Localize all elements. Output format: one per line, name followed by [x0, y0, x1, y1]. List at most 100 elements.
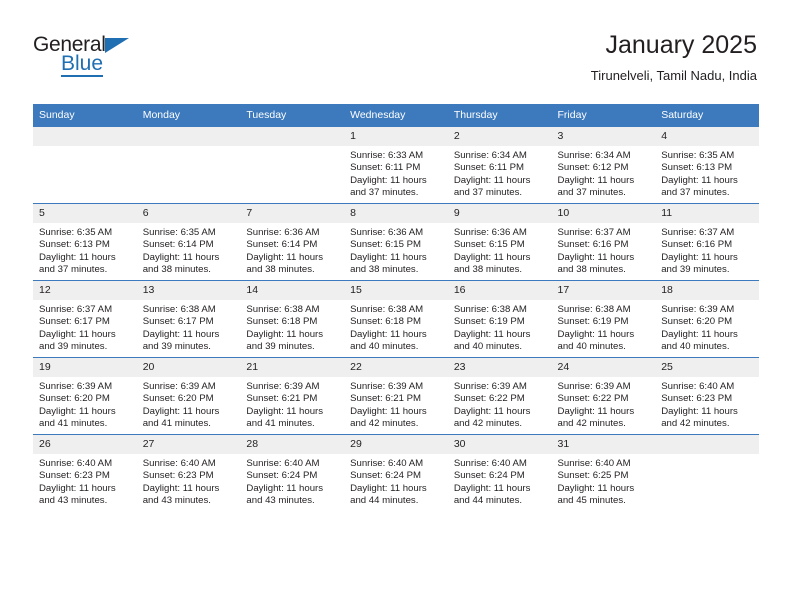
calendar-day-cell[interactable]: 1 Sunrise: 6:33 AM Sunset: 6:11 PM Daylight…: [344, 126, 448, 204]
day-detail-line: and 37 minutes.: [661, 187, 730, 199]
calendar-day-cell[interactable]: 12 Sunrise: 6:37 AM Sunset: 6:17 PM Dayligh…: [33, 280, 137, 358]
day-details: Sunrise: 6:40 AM Sunset: 6:23 PM Daylight:…: [33, 454, 137, 508]
day-number: 2: [447, 127, 552, 146]
day-detail-line: and 39 minutes.: [142, 341, 211, 353]
day-detail-line: Sunset: 6:16 PM: [557, 239, 629, 251]
weekday-header-thursday: Thursday: [447, 104, 552, 127]
calendar-day-cell[interactable]: 31 Sunrise: 6:40 AM Sunset: 6:25 PM Dayligh…: [551, 434, 656, 511]
day-detail-line: and 42 minutes.: [453, 418, 523, 430]
day-detail-line: Daylight: 11 hours: [246, 251, 324, 263]
calendar-day-cell[interactable]: 24 Sunrise: 6:39 AM Sunset: 6:22 PM Dayligh…: [551, 357, 656, 435]
day-number: [33, 127, 137, 146]
calendar-day-cell[interactable]: 4 Sunrise: 6:35 AM Sunset: 6:13 PM Daylight…: [655, 126, 759, 204]
day-number: 28: [240, 435, 345, 454]
calendar-day-cell[interactable]: 25 Sunrise: 6:40 AM Sunset: 6:23 PM Dayligh…: [655, 357, 759, 435]
day-details: Sunrise: 6:39 AM Sunset: 6:20 PM Daylight:…: [33, 377, 137, 431]
day-detail-line: Sunset: 6:17 PM: [39, 316, 110, 328]
day-details: Sunrise: 6:37 AM Sunset: 6:16 PM Daylight:…: [655, 223, 759, 277]
day-detail-line: Sunset: 6:20 PM: [142, 393, 214, 405]
calendar-day-cell[interactable]: 27 Sunrise: 6:40 AM Sunset: 6:23 PM Dayligh…: [136, 434, 241, 511]
calendar-day-cell[interactable]: 21 Sunrise: 6:39 AM Sunset: 6:21 PM Dayligh…: [240, 357, 345, 435]
calendar-day-cell[interactable]: 30 Sunrise: 6:40 AM Sunset: 6:24 PM Dayligh…: [447, 434, 552, 511]
day-details: Sunrise: 6:39 AM Sunset: 6:21 PM Daylight:…: [344, 377, 448, 431]
day-details: Sunrise: 6:38 AM Sunset: 6:19 PM Daylight:…: [448, 300, 552, 354]
day-details: Sunrise: 6:40 AM Sunset: 6:24 PM Daylight:…: [240, 454, 344, 508]
calendar-day-cell[interactable]: 11 Sunrise: 6:37 AM Sunset: 6:16 PM Dayligh…: [655, 203, 759, 281]
weekday-header-friday: Friday: [551, 104, 656, 127]
day-detail-line: and 42 minutes.: [661, 418, 730, 430]
calendar-day-cell[interactable]: 6 Sunrise: 6:35 AM Sunset: 6:14 PM Daylight…: [136, 203, 241, 281]
day-detail-line: Sunrise: 6:40 AM: [350, 458, 424, 469]
calendar-day-cell[interactable]: 26 Sunrise: 6:40 AM Sunset: 6:23 PM Dayligh…: [33, 434, 137, 511]
calendar-day-cell[interactable]: 17 Sunrise: 6:38 AM Sunset: 6:19 PM Dayligh…: [551, 280, 656, 358]
day-details: Sunrise: 6:34 AM Sunset: 6:12 PM Daylight:…: [552, 146, 656, 200]
day-number: 11: [655, 204, 759, 223]
day-number: 27: [136, 435, 241, 454]
calendar-day-cell[interactable]: 9 Sunrise: 6:36 AM Sunset: 6:15 PM Daylight…: [447, 203, 552, 281]
day-detail-line: Sunset: 6:18 PM: [246, 316, 318, 328]
day-detail-line: Sunrise: 6:40 AM: [557, 458, 631, 469]
day-detail-line: and 40 minutes.: [557, 341, 626, 353]
day-detail-line: Sunset: 6:11 PM: [453, 162, 525, 174]
day-detail-line: Sunset: 6:19 PM: [557, 316, 629, 328]
calendar-day-cell[interactable]: 8 Sunrise: 6:36 AM Sunset: 6:15 PM Daylight…: [344, 203, 448, 281]
day-number: 23: [447, 358, 552, 377]
day-detail-line: Daylight: 11 hours: [453, 482, 531, 494]
calendar-day-cell[interactable]: 5 Sunrise: 6:35 AM Sunset: 6:13 PM Daylight…: [33, 203, 137, 281]
day-detail-line: Daylight: 11 hours: [142, 405, 220, 417]
page-header: General Blue January 2025 Tirunelveli, T…: [33, 30, 757, 92]
day-number: 3: [551, 127, 656, 146]
day-detail-line: Daylight: 11 hours: [350, 482, 427, 494]
generalblue-logo[interactable]: General Blue: [33, 34, 183, 86]
day-detail-line: Daylight: 11 hours: [557, 174, 635, 186]
day-detail-line: Sunset: 6:23 PM: [142, 470, 214, 482]
triangle-icon: [104, 38, 129, 53]
calendar-day-cell[interactable]: 19 Sunrise: 6:39 AM Sunset: 6:20 PM Dayligh…: [33, 357, 137, 435]
calendar-day-cell[interactable]: 20 Sunrise: 6:39 AM Sunset: 6:20 PM Dayligh…: [136, 357, 241, 435]
day-detail-line: Sunrise: 6:34 AM: [557, 150, 631, 161]
calendar-day-cell[interactable]: 2 Sunrise: 6:34 AM Sunset: 6:11 PM Daylight…: [447, 126, 552, 204]
day-detail-line: and 42 minutes.: [350, 418, 419, 430]
day-detail-line: Sunset: 6:13 PM: [661, 162, 733, 174]
day-number: 15: [344, 281, 448, 300]
day-details: Sunrise: 6:33 AM Sunset: 6:11 PM Daylight:…: [344, 146, 448, 200]
calendar-day-cell[interactable]: 22 Sunrise: 6:39 AM Sunset: 6:21 PM Dayligh…: [344, 357, 448, 435]
day-detail-line: Daylight: 11 hours: [39, 328, 116, 340]
day-detail-line: and 37 minutes.: [557, 187, 626, 199]
calendar-day-cell[interactable]: 7 Sunrise: 6:36 AM Sunset: 6:14 PM Daylight…: [240, 203, 345, 281]
day-detail-line: and 37 minutes.: [350, 187, 419, 199]
day-detail-line: Sunrise: 6:40 AM: [142, 458, 216, 469]
logo-text-blue: Blue: [61, 52, 104, 77]
calendar-empty-cell: [655, 434, 759, 511]
day-detail-line: Daylight: 11 hours: [39, 482, 116, 494]
day-detail-line: Daylight: 11 hours: [39, 405, 116, 417]
day-detail-line: and 38 minutes.: [246, 264, 315, 276]
day-number: 13: [136, 281, 241, 300]
calendar-day-cell[interactable]: 15 Sunrise: 6:38 AM Sunset: 6:18 PM Dayligh…: [344, 280, 448, 358]
day-detail-line: Daylight: 11 hours: [39, 251, 116, 263]
day-number: [136, 127, 241, 146]
day-number: 31: [551, 435, 656, 454]
weekday-header-tuesday: Tuesday: [240, 104, 345, 127]
calendar-day-cell[interactable]: 29 Sunrise: 6:40 AM Sunset: 6:24 PM Dayligh…: [344, 434, 448, 511]
day-detail-line: Sunset: 6:19 PM: [453, 316, 525, 328]
calendar-day-cell[interactable]: 13 Sunrise: 6:38 AM Sunset: 6:17 PM Dayligh…: [136, 280, 241, 358]
calendar-day-cell[interactable]: 10 Sunrise: 6:37 AM Sunset: 6:16 PM Dayligh…: [551, 203, 656, 281]
day-detail-line: Sunrise: 6:34 AM: [453, 150, 527, 161]
day-detail-line: Daylight: 11 hours: [661, 328, 738, 340]
calendar-day-cell[interactable]: 16 Sunrise: 6:38 AM Sunset: 6:19 PM Dayligh…: [447, 280, 552, 358]
day-detail-line: Sunrise: 6:38 AM: [557, 304, 631, 315]
day-details: [137, 146, 241, 150]
day-detail-line: and 39 minutes.: [246, 341, 315, 353]
day-detail-line: Daylight: 11 hours: [557, 328, 635, 340]
calendar-week-row: 19 Sunrise: 6:39 AM Sunset: 6:20 PM Dayligh…: [33, 357, 759, 435]
calendar-day-cell[interactable]: 18 Sunrise: 6:39 AM Sunset: 6:20 PM Dayligh…: [655, 280, 759, 358]
day-details: Sunrise: 6:36 AM Sunset: 6:14 PM Daylight:…: [240, 223, 344, 277]
day-detail-line: and 39 minutes.: [39, 341, 108, 353]
day-detail-line: and 38 minutes.: [453, 264, 523, 276]
calendar-day-cell[interactable]: 23 Sunrise: 6:39 AM Sunset: 6:22 PM Dayligh…: [447, 357, 552, 435]
calendar-day-cell[interactable]: 3 Sunrise: 6:34 AM Sunset: 6:12 PM Daylight…: [551, 126, 656, 204]
calendar-day-cell[interactable]: 14 Sunrise: 6:38 AM Sunset: 6:18 PM Dayligh…: [240, 280, 345, 358]
day-details: Sunrise: 6:40 AM Sunset: 6:25 PM Daylight:…: [552, 454, 656, 508]
calendar-day-cell[interactable]: 28 Sunrise: 6:40 AM Sunset: 6:24 PM Dayligh…: [240, 434, 345, 511]
